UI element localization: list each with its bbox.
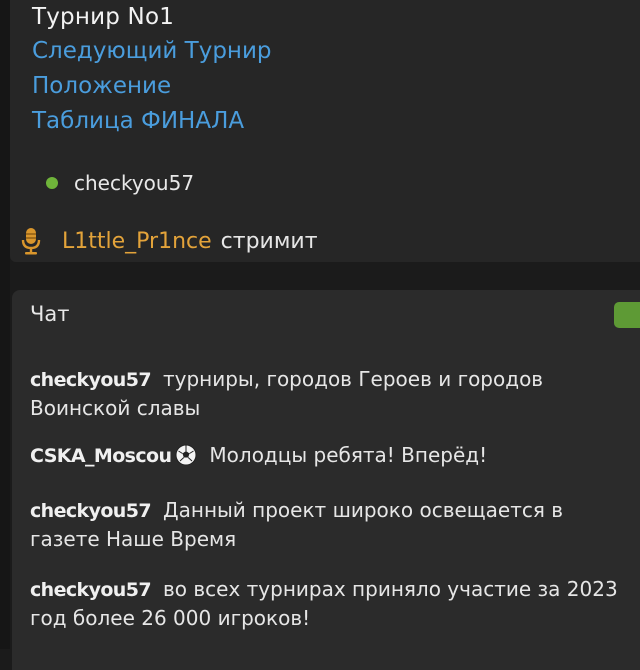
online-user-name[interactable]: checkyou57 [74, 171, 194, 195]
chat-author[interactable]: checkyou57 [30, 500, 152, 522]
chat-message: checkyou57 турниры, городов Героев и горо… [30, 365, 620, 422]
microphone-icon [20, 227, 42, 255]
left-edge [0, 0, 10, 649]
chat-author[interactable]: CSKA_Moscou [30, 445, 172, 467]
chat-author[interactable]: checkyou57 [30, 579, 152, 601]
chat-message: checkyou57 Данный проект широко освещаетс… [30, 496, 620, 553]
final-table-link[interactable]: Таблица ФИНАЛА [32, 108, 244, 134]
chat-text: Молодцы ребята! Вперёд! [209, 443, 488, 467]
stream-label: стримит [220, 228, 318, 254]
chat-author[interactable]: checkyou57 [30, 369, 152, 391]
tournament-title: Турнир No1 [32, 4, 175, 30]
chat-title: Чат [30, 302, 70, 326]
next-tournament-link[interactable]: Следующий Турнир [32, 38, 272, 64]
stream-status: L1ttle_Pr1nce стримит [20, 226, 318, 256]
standings-link[interactable]: Положение [32, 73, 171, 99]
soccer-ball-icon [175, 444, 197, 466]
chat-toggle-button[interactable] [614, 302, 640, 328]
chat-message: checkyou57 во всех турнирах приняло участ… [30, 575, 620, 632]
online-status-dot [46, 177, 58, 189]
streamer-name[interactable]: L1ttle_Pr1nce [62, 229, 212, 254]
chat-message: CSKA_Moscou Молодцы ребята! Вперёд! [30, 441, 620, 470]
online-user[interactable]: checkyou57 [46, 170, 194, 196]
